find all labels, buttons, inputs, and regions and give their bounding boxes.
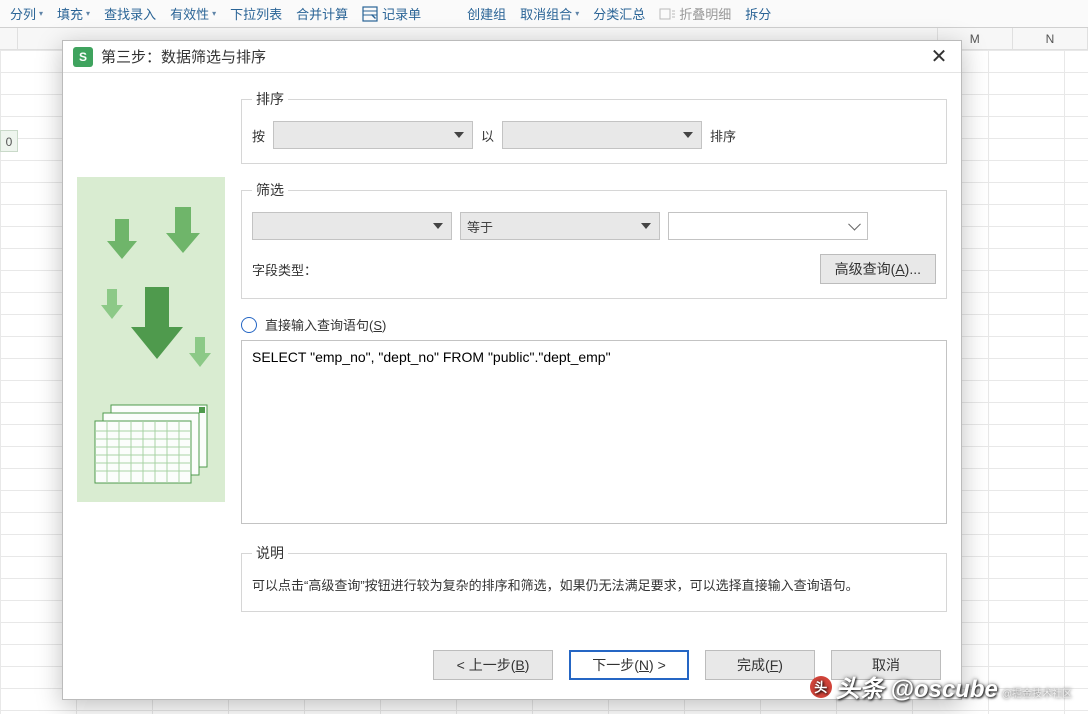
sort-fieldset: 排序 按 以 排序 xyxy=(241,89,947,164)
cancel-button[interactable]: 取消 xyxy=(831,650,941,680)
dialog-footer: < 上一步(B) 下一步(N) > 完成(F) 取消 xyxy=(63,638,961,699)
sql-textarea[interactable] xyxy=(241,340,947,524)
field-type-label: 字段类型： xyxy=(252,260,317,279)
tool-ungroup[interactable]: 取消组合▾ xyxy=(514,1,585,26)
sort-legend: 排序 xyxy=(252,89,288,109)
col-header-n[interactable]: N xyxy=(1013,28,1088,50)
tool-create-group[interactable]: 创建组 xyxy=(461,1,512,26)
sort-order-label: 排序 xyxy=(710,126,736,145)
filter-op-combo[interactable]: 等于 xyxy=(460,212,660,240)
filter-value-input[interactable] xyxy=(668,212,868,240)
advanced-query-button[interactable]: 高级查询(A)... xyxy=(820,254,936,284)
tool-dropdown-list[interactable]: 下拉列表 xyxy=(224,1,288,26)
sort-then-label: 以 xyxy=(481,126,494,145)
direct-query-label: 直接输入查询语句(S) xyxy=(265,315,386,334)
tool-consolidate[interactable]: 合并计算 xyxy=(290,1,354,26)
row-header-selected[interactable]: 0 xyxy=(0,130,18,152)
next-button[interactable]: 下一步(N) > xyxy=(569,650,689,680)
wizard-dialog: S 第三步：数据筛选与排序 ✕ xyxy=(62,40,962,700)
radio-icon xyxy=(241,317,257,333)
description-fieldset: 说明 可以点击“高级查询”按钮进行较为复杂的排序和筛选，如果仍无法满足要求，可以… xyxy=(241,543,947,612)
tool-split-columns[interactable]: 分列▾ xyxy=(4,1,49,26)
description-legend: 说明 xyxy=(252,543,288,563)
sort-direction-combo[interactable] xyxy=(502,121,702,149)
collapse-icon xyxy=(659,6,675,22)
tool-collapse-detail: 折叠明细 xyxy=(653,1,737,26)
tool-fill[interactable]: 填充▾ xyxy=(51,1,96,26)
filter-field-combo[interactable] xyxy=(252,212,452,240)
finish-button[interactable]: 完成(F) xyxy=(705,650,815,680)
tool-record-form[interactable]: 记录单 xyxy=(356,1,427,26)
description-text: 可以点击“高级查询”按钮进行较为复杂的排序和筛选，如果仍无法满足要求，可以选择直… xyxy=(252,575,936,597)
tool-validation[interactable]: 有效性▾ xyxy=(164,1,222,26)
app-icon: S xyxy=(73,47,93,67)
wizard-illustration xyxy=(77,177,225,502)
tool-find-input[interactable]: 查找录入 xyxy=(98,1,162,26)
filter-legend: 筛选 xyxy=(252,180,288,200)
prev-button[interactable]: < 上一步(B) xyxy=(433,650,553,680)
sort-by-label: 按 xyxy=(252,126,265,145)
ribbon-toolbar: 分列▾ 填充▾ 查找录入 有效性▾ 下拉列表 合并计算 记录单 创建组 取消组合… xyxy=(0,0,1088,28)
dialog-title: 第三步：数据筛选与排序 xyxy=(101,46,266,67)
dialog-titlebar: S 第三步：数据筛选与排序 ✕ xyxy=(63,41,961,73)
corner-cell[interactable] xyxy=(0,28,18,50)
filter-fieldset: 筛选 等于 字段类型： 高级查询(A)... xyxy=(241,180,947,299)
sort-field-combo[interactable] xyxy=(273,121,473,149)
direct-query-radio-row[interactable]: 直接输入查询语句(S) xyxy=(241,315,947,334)
tool-split-partial[interactable]: 拆分 xyxy=(739,1,777,26)
form-icon xyxy=(362,6,378,22)
tool-subtotal[interactable]: 分类汇总 xyxy=(587,1,651,26)
close-button[interactable]: ✕ xyxy=(927,45,951,69)
